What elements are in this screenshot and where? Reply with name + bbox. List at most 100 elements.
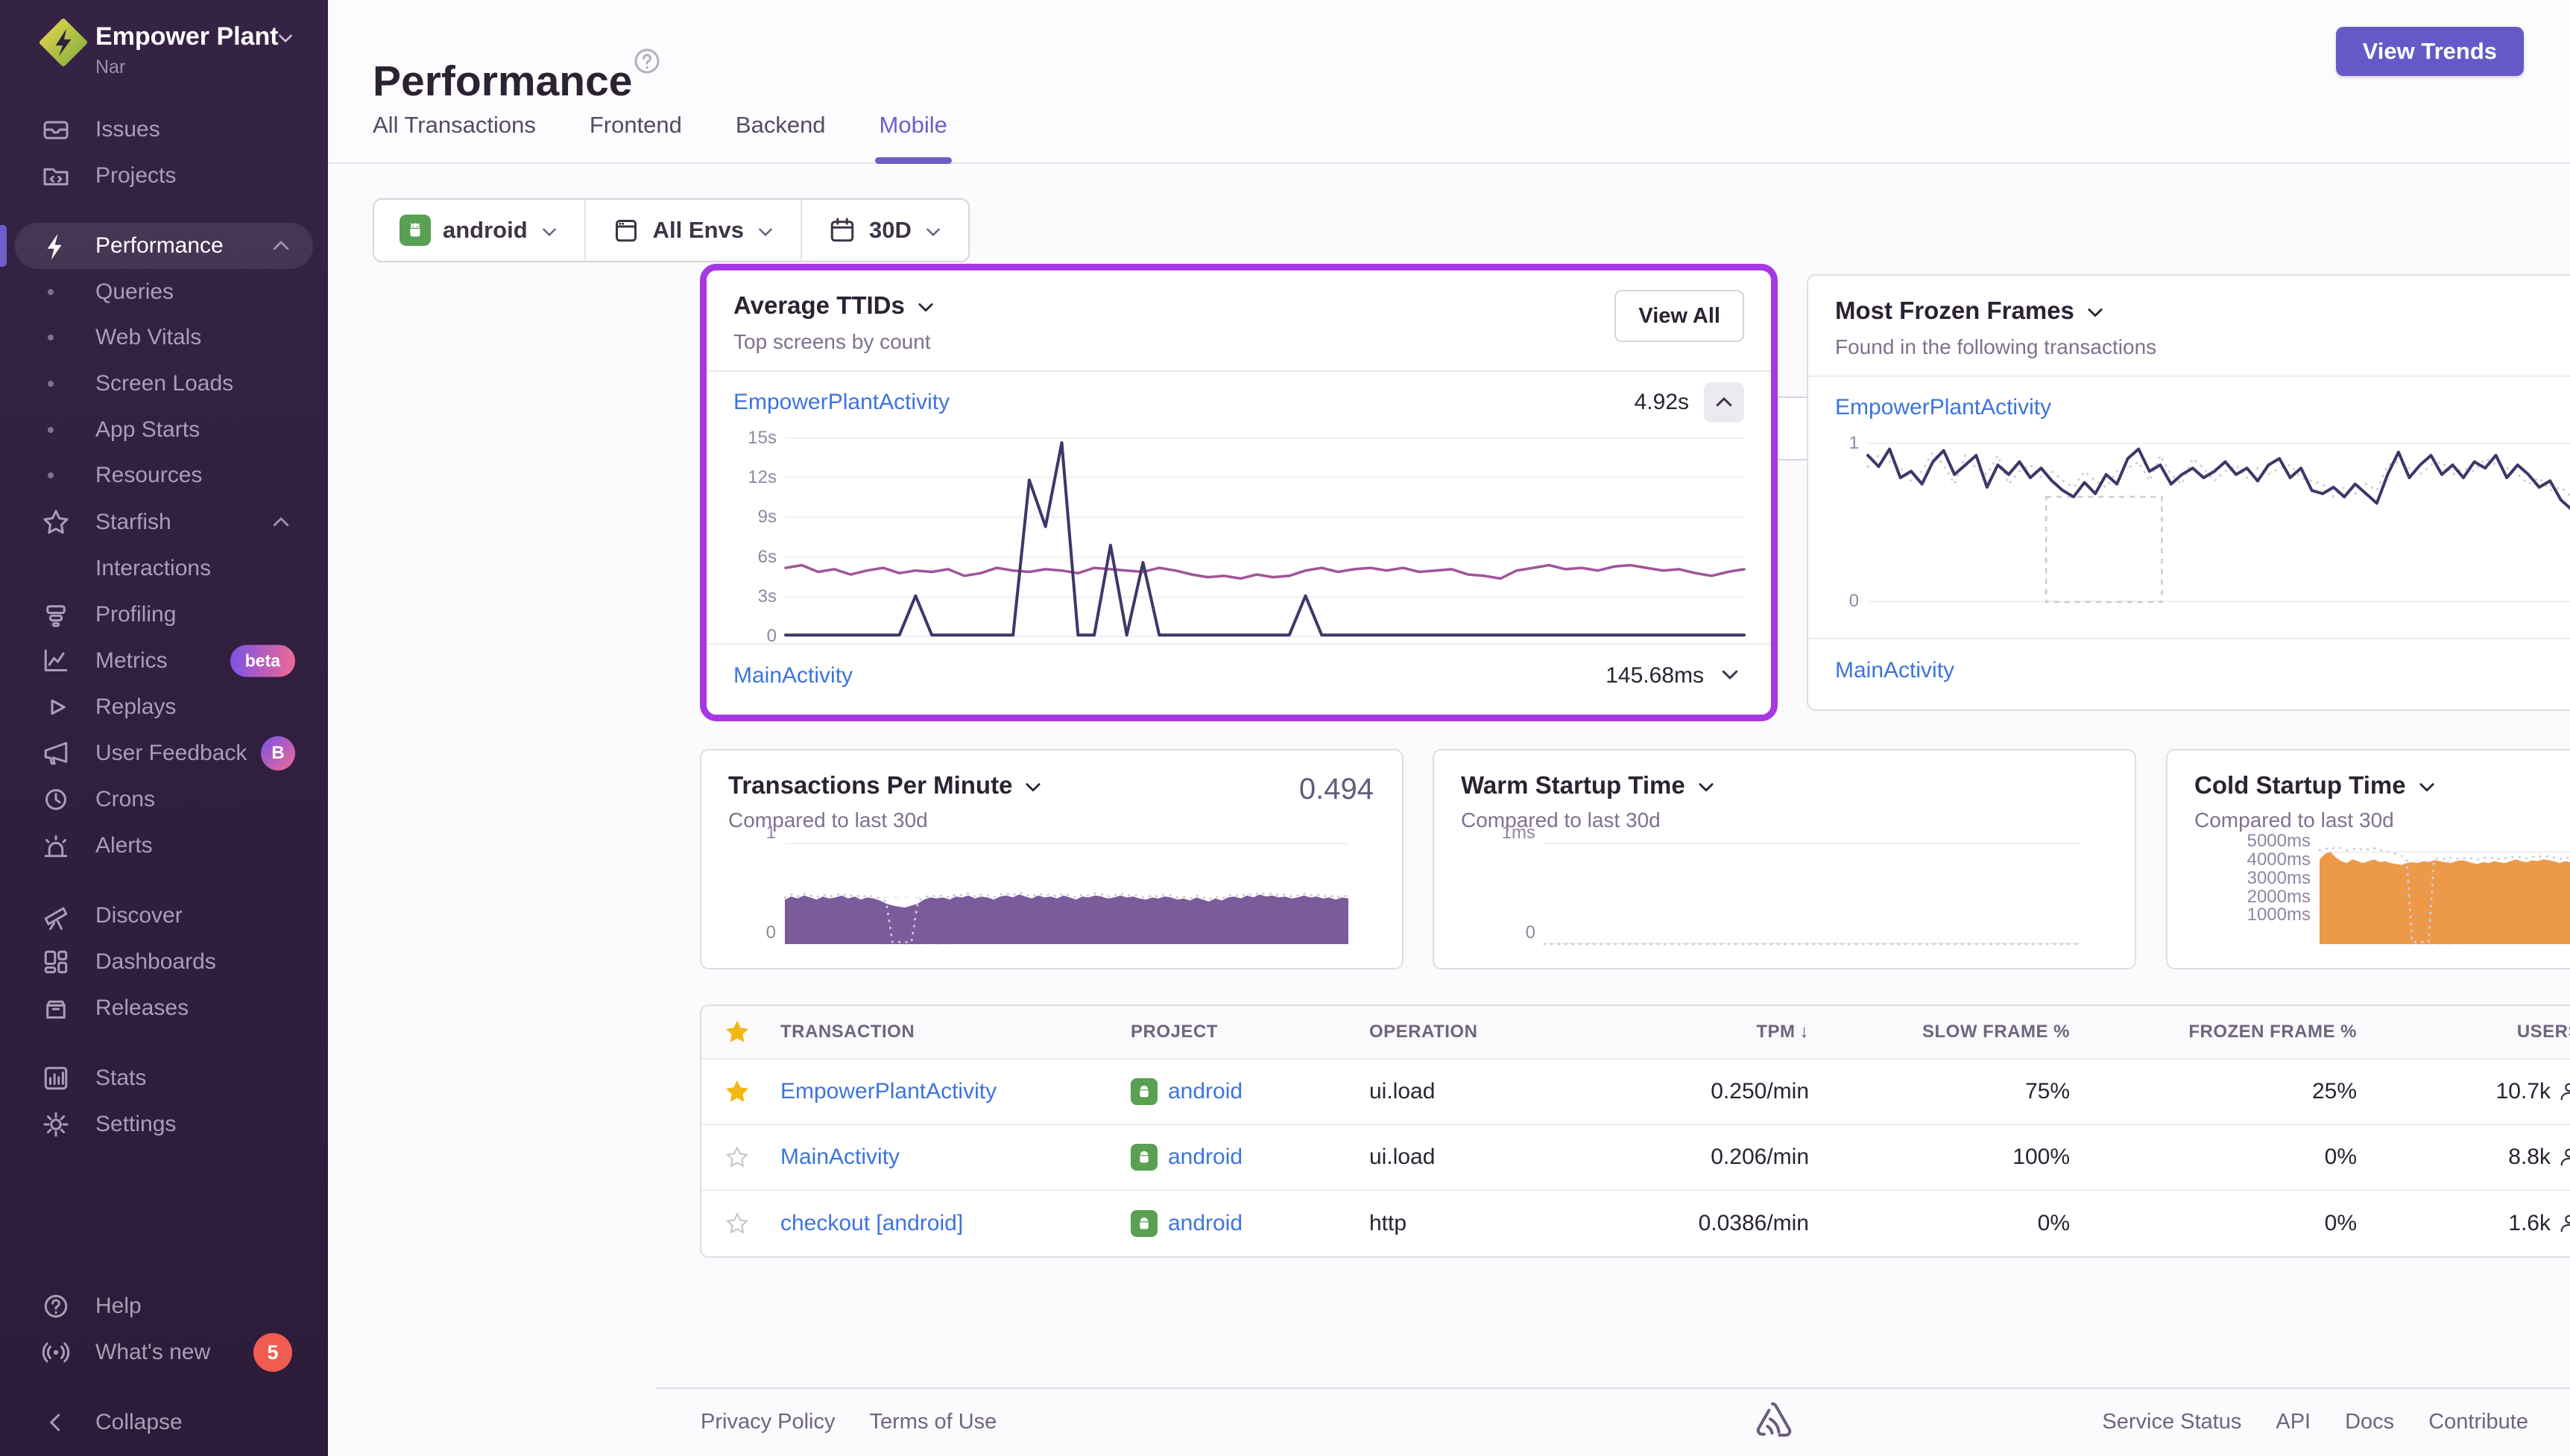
sidebar-item-label: Discover: [95, 903, 183, 928]
tpm-cell: 0.250/min: [1623, 1079, 1816, 1104]
column-header-slow-frame[interactable]: SLOW FRAME %: [1816, 1022, 2077, 1042]
frozen-frames-title-dropdown[interactable]: Most Frozen Frames: [1835, 297, 2106, 325]
sidebar-item-web-vitals[interactable]: Web Vitals: [0, 314, 328, 361]
tab-mobile[interactable]: Mobile: [880, 112, 947, 161]
star-toggle[interactable]: [724, 1079, 750, 1104]
footer-link-terms-of-use[interactable]: Terms of Use: [870, 1410, 997, 1434]
sidebar-item-metrics[interactable]: Metricsbeta: [0, 637, 328, 685]
footer-link-privacy-policy[interactable]: Privacy Policy: [701, 1410, 836, 1434]
sidebar-item-profiling[interactable]: Profiling: [0, 591, 328, 639]
profiling-icon: [41, 600, 71, 630]
sidebar-item-dashboards[interactable]: Dashboards: [0, 938, 328, 986]
project-filter[interactable]: android: [374, 200, 584, 261]
avg-ttids-subtitle: Top screens by count: [733, 330, 1744, 354]
stats-icon: [41, 1063, 71, 1093]
bullet-icon: [48, 427, 54, 433]
table-row[interactable]: checkout [android]androidhttp0.0386/min0…: [701, 1191, 2570, 1256]
project-link[interactable]: android: [1168, 1079, 1243, 1104]
sidebar-item-issues[interactable]: Issues: [0, 106, 328, 153]
collapse-row-button[interactable]: [1704, 382, 1744, 422]
sidebar-item-app-starts[interactable]: App Starts: [0, 406, 328, 454]
sidebar-item-whats-new[interactable]: What's new5: [0, 1329, 328, 1376]
sidebar-item-stats[interactable]: Stats: [0, 1054, 328, 1102]
column-header-users[interactable]: USERS: [2364, 1022, 2570, 1042]
column-header-operation[interactable]: OPERATION: [1362, 1022, 1623, 1042]
sidebar-item-label: Alerts: [95, 833, 153, 858]
footer-link-service-status[interactable]: Service Status: [2102, 1410, 2241, 1434]
sidebar-item-user-feedback[interactable]: User FeedbackB: [0, 729, 328, 777]
sidebar-item-screen-loads[interactable]: Screen Loads: [0, 360, 328, 408]
filter-bar: android All Envs 30D: [373, 198, 970, 262]
settings-icon: [41, 1110, 71, 1139]
cold-startup-subtitle: Compared to last 30d: [2194, 808, 2570, 832]
tpm-title-dropdown[interactable]: Transactions Per Minute: [728, 771, 1044, 800]
transactions-table: TRANSACTION PROJECT OPERATION TPM↓ SLOW …: [700, 1004, 2570, 1258]
transaction-link[interactable]: MainActivity: [733, 663, 853, 689]
transaction-link[interactable]: MainActivity: [1835, 658, 1954, 683]
column-header-transaction[interactable]: TRANSACTION: [773, 1022, 1123, 1042]
sidebar-item-settings[interactable]: Settings: [0, 1101, 328, 1148]
project-link[interactable]: android: [1168, 1145, 1243, 1170]
tab-frontend[interactable]: Frontend: [590, 112, 682, 161]
help-circle-icon[interactable]: [632, 46, 662, 76]
frozen-frame-cell: 25%: [2077, 1079, 2364, 1104]
warm-startup-title-dropdown[interactable]: Warm Startup Time: [1461, 771, 1717, 800]
sidebar-item-crons[interactable]: Crons: [0, 776, 328, 823]
table-row[interactable]: EmpowerPlantActivityandroidui.load0.250/…: [701, 1060, 2570, 1125]
org-switcher[interactable]: Empower Plant Nar: [0, 0, 328, 97]
transaction-link[interactable]: checkout [android]: [773, 1211, 1123, 1236]
avg-ttids-card: Average TTIDs Top screens by count View …: [707, 270, 1771, 715]
sidebar-item-label: Starfish: [95, 510, 171, 535]
user-icon: [2558, 1080, 2570, 1103]
chevron-up-icon: [270, 235, 292, 257]
sidebar-item-performance[interactable]: Performance: [0, 222, 328, 270]
column-header-project[interactable]: PROJECT: [1123, 1022, 1362, 1042]
sidebar-item-discover[interactable]: Discover: [0, 892, 328, 940]
project-link[interactable]: android: [1168, 1211, 1243, 1236]
date-range-filter[interactable]: 30D: [801, 200, 968, 261]
tpm-title: Transactions Per Minute: [728, 771, 1012, 800]
sidebar-item-collapse[interactable]: Collapse: [0, 1399, 328, 1446]
avg-ttids-title-dropdown[interactable]: Average TTIDs: [733, 291, 936, 320]
view-all-button[interactable]: View All: [1614, 290, 1744, 342]
cold-startup-title-dropdown[interactable]: Cold Startup Time: [2194, 771, 2437, 800]
sidebar-item-alerts[interactable]: Alerts: [0, 822, 328, 870]
footer-link-docs[interactable]: Docs: [2345, 1410, 2394, 1434]
tpm-subtitle: Compared to last 30d: [728, 808, 1375, 832]
whats-new-badge: 5: [253, 1333, 292, 1372]
sidebar-item-help[interactable]: Help: [0, 1282, 328, 1330]
environment-filter[interactable]: All Envs: [584, 200, 801, 261]
transaction-link[interactable]: MainActivity: [773, 1145, 1123, 1170]
avg-ttids-chart: 15s12s9s6s3s0: [733, 437, 1744, 637]
column-header-tpm[interactable]: TPM↓: [1623, 1022, 1816, 1042]
operation-cell: ui.load: [1362, 1145, 1623, 1170]
help-icon: [41, 1291, 71, 1321]
sidebar-item-releases[interactable]: Releases: [0, 984, 328, 1032]
ttid-value: 4.92s: [1635, 390, 1689, 415]
page-footer: Privacy Policy Terms of Use Service Statu…: [656, 1387, 2570, 1456]
slow-frame-cell: 0%: [1816, 1211, 2077, 1236]
sidebar-item-resources[interactable]: Resources: [0, 452, 328, 499]
sidebar-item-interactions[interactable]: Interactions: [0, 545, 328, 592]
star-toggle[interactable]: [724, 1211, 750, 1236]
footer-link-api[interactable]: API: [2276, 1410, 2311, 1434]
sidebar-item-starfish[interactable]: Starfish: [0, 498, 328, 546]
transaction-link[interactable]: EmpowerPlantActivity: [733, 390, 950, 415]
table-row[interactable]: MainActivityandroidui.load0.206/min100%0…: [701, 1125, 2570, 1191]
view-trends-button[interactable]: View Trends: [2336, 27, 2524, 76]
column-header-frozen-frame[interactable]: FROZEN FRAME %: [2077, 1022, 2364, 1042]
tab-backend[interactable]: Backend: [736, 112, 826, 161]
star-toggle[interactable]: [724, 1145, 750, 1170]
sidebar-item-projects[interactable]: Projects: [0, 152, 328, 200]
users-cell: 10.7k: [2364, 1079, 2570, 1104]
sidebar-item-queries[interactable]: Queries: [0, 268, 328, 316]
transaction-link[interactable]: EmpowerPlantActivity: [773, 1079, 1123, 1104]
discover-icon: [41, 901, 71, 931]
tab-all-transactions[interactable]: All Transactions: [373, 112, 536, 161]
expand-row-button[interactable]: [1719, 663, 1744, 689]
footer-link-contribute[interactable]: Contribute: [2428, 1410, 2528, 1434]
chevron-down-icon: [915, 295, 936, 316]
transaction-link[interactable]: EmpowerPlantActivity: [1835, 395, 2051, 420]
performance-icon: [41, 231, 71, 261]
sidebar-item-replays[interactable]: Replays: [0, 683, 328, 731]
